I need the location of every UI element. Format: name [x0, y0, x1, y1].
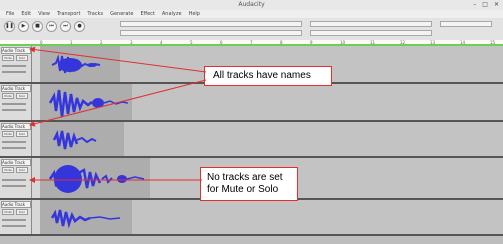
maximize-icon[interactable]: □ [482, 1, 488, 8]
solo-button[interactable]: Solo [16, 209, 28, 215]
menu-help[interactable]: Help [189, 11, 200, 17]
pan-slider[interactable] [2, 147, 26, 149]
pan-slider[interactable] [2, 109, 26, 111]
close-icon[interactable]: ✕ [494, 1, 499, 8]
menu-file[interactable]: File [6, 11, 14, 17]
menu-analyze[interactable]: Analyze [162, 11, 182, 17]
track-control-panel: Audio Track Mute Solo [0, 158, 32, 198]
skip-end-icon[interactable]: ⏭ [60, 21, 71, 32]
edit-tools[interactable] [440, 21, 492, 27]
menu-edit[interactable]: Edit [21, 11, 31, 17]
solo-button[interactable]: Solo [16, 131, 28, 137]
gain-slider[interactable] [2, 179, 26, 181]
mute-button[interactable]: Mute [2, 55, 14, 61]
play-icon[interactable]: ▶ [18, 21, 29, 32]
record-meter[interactable] [120, 21, 302, 27]
device-selector[interactable] [310, 30, 432, 36]
audio-track[interactable]: Audio Track Mute Solo [0, 122, 503, 158]
mute-button[interactable]: Mute [2, 167, 14, 173]
track-control-panel: Audio Track Mute Solo [0, 200, 32, 234]
mute-button[interactable]: Mute [2, 131, 14, 137]
waveform [50, 209, 121, 229]
skip-start-icon[interactable]: ⏮ [46, 21, 57, 32]
menu-transport[interactable]: Transport [57, 11, 80, 17]
mute-button[interactable]: Mute [2, 93, 14, 99]
track-name[interactable]: Audio Track [1, 159, 31, 166]
toolbar: ❚❚ ▶ ■ ⏮ ⏭ ● [0, 18, 503, 41]
pan-slider[interactable] [2, 185, 26, 187]
menu-view[interactable]: View [38, 11, 50, 17]
waveform [48, 165, 145, 193]
annotation-names: All tracks have names [204, 66, 332, 86]
window-title: Audacity [238, 1, 265, 8]
waveform [51, 54, 101, 74]
pan-slider[interactable] [2, 71, 26, 73]
mixer-slider[interactable] [310, 21, 432, 27]
menu-generate[interactable]: Generate [110, 11, 133, 17]
pan-slider[interactable] [2, 225, 26, 227]
audio-track[interactable]: Audio Track Mute Solo [0, 84, 503, 122]
audacity-window: Audacity – □ ✕ File Edit View Transport … [0, 0, 503, 244]
mute-button[interactable]: Mute [2, 209, 14, 215]
track-control-panel: Audio Track Mute Solo [0, 122, 32, 156]
solo-button[interactable]: Solo [16, 55, 28, 61]
solo-button[interactable]: Solo [16, 93, 28, 99]
track-name[interactable]: Audio Track [1, 85, 31, 92]
playback-meter[interactable] [120, 30, 302, 36]
track-control-panel: Audio Track Mute Solo [0, 84, 32, 120]
stop-icon[interactable]: ■ [32, 21, 43, 32]
audio-track[interactable]: Audio Track Mute Solo [0, 200, 503, 236]
gain-slider[interactable] [2, 219, 26, 221]
track-name[interactable]: Audio Track [1, 201, 31, 208]
annotation-mute-solo: No tracks are set for Mute or Solo [200, 167, 298, 201]
gain-slider[interactable] [2, 65, 26, 67]
track-control-panel: Audio Track Mute Solo [0, 46, 32, 82]
menu-effect[interactable]: Effect [140, 11, 154, 17]
pause-icon[interactable]: ❚❚ [4, 21, 15, 32]
waveform [52, 130, 97, 150]
waveform [48, 89, 129, 118]
track-name[interactable]: Audio Track [1, 123, 31, 130]
record-icon[interactable]: ● [74, 21, 85, 32]
gain-slider[interactable] [2, 103, 26, 105]
solo-button[interactable]: Solo [16, 167, 28, 173]
minimize-icon[interactable]: – [473, 1, 476, 8]
status-bar [0, 236, 503, 244]
gain-slider[interactable] [2, 141, 26, 143]
menu-tracks[interactable]: Tracks [87, 11, 103, 17]
track-name[interactable]: Audio Track [1, 47, 31, 54]
menu-bar: File Edit View Transport Tracks Generate… [0, 10, 503, 18]
